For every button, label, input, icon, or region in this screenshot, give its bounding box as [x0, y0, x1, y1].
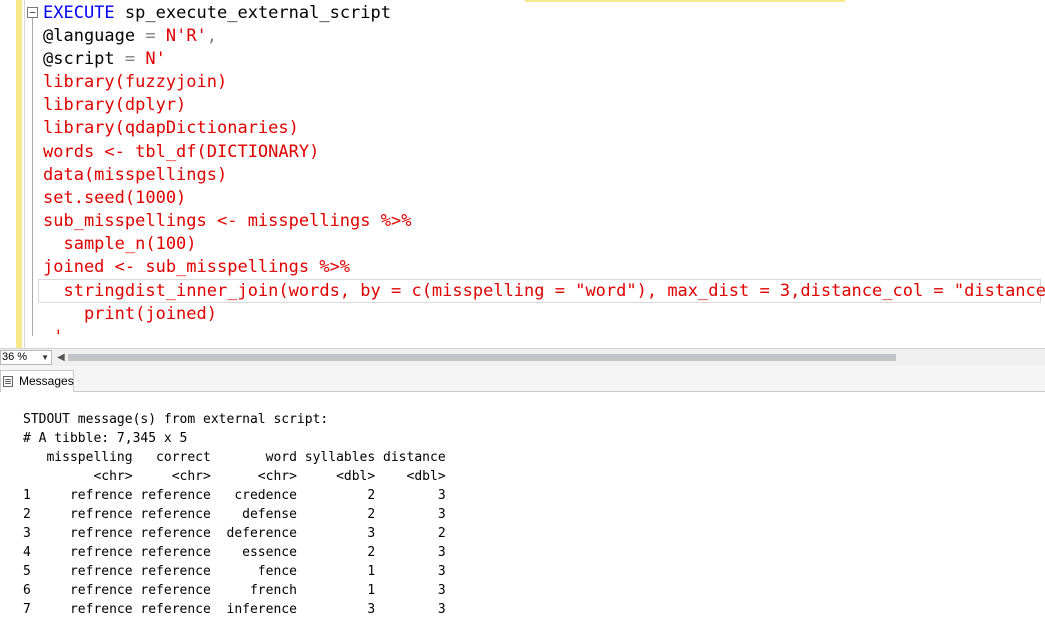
output-line: 7 refrence reference inference 3 3: [23, 602, 446, 617]
script-line: sub_misspellings <- misspellings %>%: [43, 211, 412, 231]
script-string-open: N': [145, 49, 166, 69]
equals-operator: =: [114, 49, 146, 69]
script-line: stringdist_inner_join(words, by = c(miss…: [43, 281, 1045, 301]
output-line: 6 refrence reference french 1 3: [23, 583, 446, 598]
script-line: library(fuzzyjoin): [43, 72, 228, 92]
script-param: @script: [43, 49, 115, 69]
zoom-select[interactable]: 36 % ▼: [0, 350, 52, 365]
script-line: print(joined): [43, 304, 217, 324]
outline-bracket: [32, 18, 33, 336]
script-line: joined <- sub_misspellings %>%: [43, 257, 351, 277]
gutter-divider: [24, 0, 25, 348]
dropdown-arrow-icon[interactable]: ▼: [41, 351, 49, 364]
editor-horizontal-scrollbar[interactable]: 36 % ▼ ◀: [0, 348, 1045, 366]
tab-messages-label: Messages: [19, 374, 74, 388]
change-tracking-margin: [16, 0, 22, 348]
script-line: data(misspellings): [43, 165, 228, 185]
code-line-2: @language = N'R',: [43, 25, 217, 48]
output-line: 5 refrence reference fence 1 3: [23, 564, 446, 579]
output-line: STDOUT message(s) from external script:: [23, 412, 329, 427]
output-line: 1 refrence reference credence 2 3: [23, 488, 446, 503]
messages-output: STDOUT message(s) from external script: …: [0, 392, 1045, 621]
output-line: misspelling correct word syllables dista…: [23, 450, 446, 465]
script-line: library(qdapDictionaries): [43, 118, 299, 138]
tab-messages[interactable]: Messages: [0, 370, 74, 392]
language-param: @language: [43, 26, 136, 46]
comma: ,: [206, 26, 218, 46]
scroll-left-arrow-icon[interactable]: ◀: [57, 352, 65, 363]
output-line: # A tibble: 7,345 x 5: [23, 431, 188, 446]
output-line: 3 refrence reference deference 3 2: [23, 526, 446, 541]
equals-operator: =: [135, 26, 166, 46]
script-line: sample_n(100): [43, 234, 197, 254]
scrollbar-thumb[interactable]: [68, 354, 896, 361]
language-value: N'R': [165, 26, 207, 46]
execute-keyword: EXECUTE: [43, 3, 115, 23]
script-line: ': [43, 327, 64, 347]
script-line: set.seed(1000): [43, 188, 187, 208]
zoom-value: 36 %: [2, 351, 28, 363]
code-line-1: EXECUTE sp_execute_external_script: [43, 2, 391, 25]
output-line: 2 refrence reference defense 2 3: [23, 507, 446, 522]
messages-icon: [3, 376, 13, 387]
code-line-3: @script = N': [43, 48, 166, 71]
output-line: 4 refrence reference essence 2 3: [23, 545, 446, 560]
change-marker: [525, 0, 845, 2]
script-line: words <- tbl_df(DICTIONARY): [43, 142, 320, 162]
collapse-toggle-icon[interactable]: −: [27, 7, 38, 18]
output-line: <chr> <chr> <chr> <dbl> <dbl>: [23, 469, 446, 484]
procedure-name: sp_execute_external_script: [114, 3, 391, 23]
code-editor[interactable]: − EXECUTE sp_execute_external_script @la…: [0, 0, 1045, 348]
script-line: library(dplyr): [43, 95, 187, 115]
results-tab-bar: Messages: [0, 366, 1045, 392]
